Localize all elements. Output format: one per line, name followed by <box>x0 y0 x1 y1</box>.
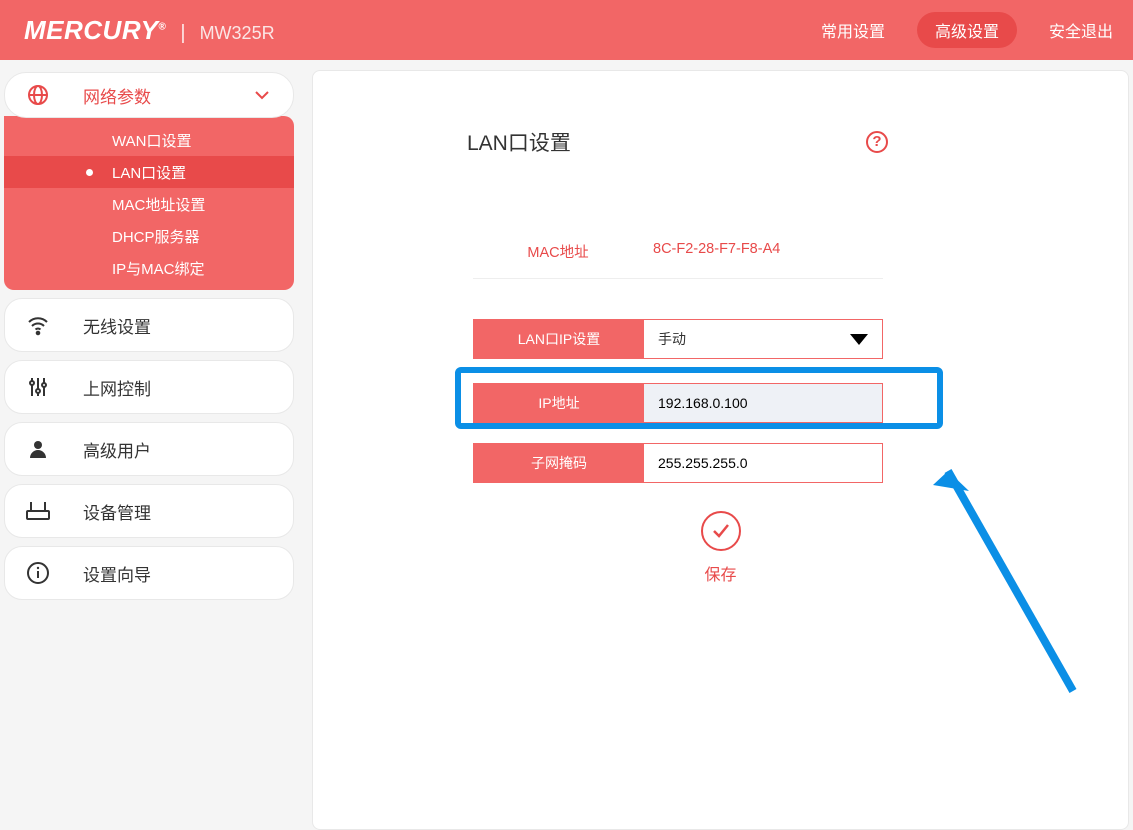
save-button[interactable]: 保存 <box>313 511 1128 585</box>
header-nav: 常用设置 高级设置 安全退出 <box>821 12 1113 48</box>
sidebar-item-label: 高级用户 <box>83 437 151 462</box>
mac-label: MAC地址 <box>473 241 643 262</box>
brand-separator: | <box>180 22 185 45</box>
globe-icon <box>23 83 53 107</box>
sidebar-item-access-control[interactable]: 上网控制 <box>4 360 294 414</box>
ip-address-input[interactable] <box>644 384 882 422</box>
sidebar-item-label: 无线设置 <box>83 313 151 338</box>
nav-logout[interactable]: 安全退出 <box>1049 18 1113 42</box>
info-icon <box>23 561 53 585</box>
subnet-mask-label: 子网掩码 <box>474 444 644 482</box>
sidebar-item-label: 设置向导 <box>83 561 151 586</box>
help-icon[interactable]: ? <box>866 131 888 153</box>
sidebar-item-label: 上网控制 <box>83 375 151 400</box>
lan-settings-form: MAC地址 8C-F2-28-F7-F8-A4 LAN口IP设置 手动 IP地址… <box>473 241 883 503</box>
brand-logo: MERCURY® <box>24 15 166 46</box>
ip-address-row: IP地址 <box>473 383 883 423</box>
sidebar-sub-wan[interactable]: WAN口设置 <box>4 124 294 156</box>
sidebar-item-label: IP与MAC绑定 <box>112 258 205 279</box>
chevron-down-icon <box>253 86 271 104</box>
sidebar-item-network-params[interactable]: 网络参数 <box>4 72 294 118</box>
brand: MERCURY® | MW325R <box>24 15 275 46</box>
nav-common-settings[interactable]: 常用设置 <box>821 18 885 42</box>
lan-ip-mode-value: 手动 <box>658 329 686 349</box>
lan-ip-mode-select[interactable]: 手动 <box>644 320 882 358</box>
sidebar-sub-dhcp[interactable]: DHCP服务器 <box>4 220 294 252</box>
main-panel: LAN口设置 ? MAC地址 8C-F2-28-F7-F8-A4 LAN口IP设… <box>312 70 1129 830</box>
subnet-mask-row: 子网掩码 <box>473 443 883 483</box>
sidebar-item-label: DHCP服务器 <box>112 226 200 247</box>
user-icon <box>23 437 53 461</box>
sliders-icon <box>23 375 53 399</box>
sidebar-item-label: LAN口设置 <box>112 162 186 183</box>
sidebar-item-label: WAN口设置 <box>112 130 191 151</box>
sidebar-sub-mac[interactable]: MAC地址设置 <box>4 188 294 220</box>
page-title: LAN口设置 <box>467 127 571 157</box>
sidebar-item-label: 设备管理 <box>83 499 151 524</box>
lan-ip-mode-row: LAN口IP设置 手动 <box>473 319 883 359</box>
sidebar-item-device-mgmt[interactable]: 设备管理 <box>4 484 294 538</box>
router-icon <box>23 499 53 523</box>
nav-advanced-settings[interactable]: 高级设置 <box>917 12 1017 48</box>
subnet-mask-input[interactable] <box>644 444 882 482</box>
check-icon <box>701 511 741 551</box>
save-label: 保存 <box>313 561 1128 585</box>
wifi-icon <box>23 313 53 337</box>
sidebar-sub-ipmac[interactable]: IP与MAC绑定 <box>4 252 294 284</box>
sidebar-item-label: MAC地址设置 <box>112 194 205 215</box>
lan-ip-mode-label: LAN口IP设置 <box>474 320 644 358</box>
sidebar-item-label: 网络参数 <box>83 83 151 108</box>
sidebar: 网络参数 WAN口设置 LAN口设置 MAC地址设置 DHCP服务器 IP与MA… <box>4 70 294 830</box>
mac-address-row: MAC地址 8C-F2-28-F7-F8-A4 <box>473 241 883 279</box>
sidebar-submenu-network: WAN口设置 LAN口设置 MAC地址设置 DHCP服务器 IP与MAC绑定 <box>4 116 294 290</box>
sidebar-item-wireless[interactable]: 无线设置 <box>4 298 294 352</box>
mac-value: 8C-F2-28-F7-F8-A4 <box>643 241 883 262</box>
sidebar-sub-lan[interactable]: LAN口设置 <box>4 156 294 188</box>
header-bar: MERCURY® | MW325R 常用设置 高级设置 安全退出 <box>0 0 1133 60</box>
ip-address-label: IP地址 <box>474 384 644 422</box>
brand-model: MW325R <box>200 23 275 44</box>
caret-down-icon <box>850 334 868 345</box>
sidebar-item-setup-wizard[interactable]: 设置向导 <box>4 546 294 600</box>
sidebar-item-advanced-users[interactable]: 高级用户 <box>4 422 294 476</box>
